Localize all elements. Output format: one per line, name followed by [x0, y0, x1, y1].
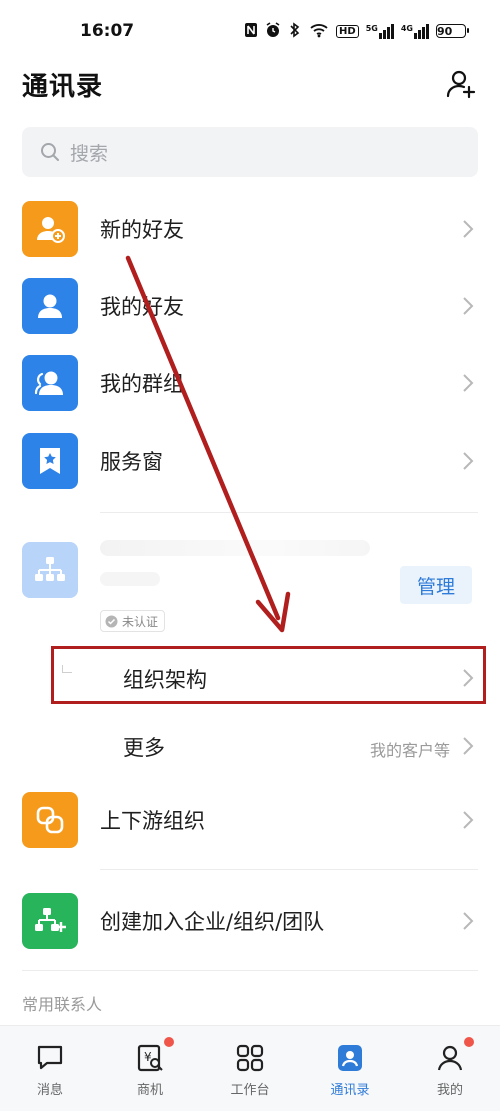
chevron-right-icon: [463, 220, 474, 238]
tab-label: 消息: [36, 1083, 63, 1098]
check-circle-icon: [105, 615, 118, 627]
tab-profile[interactable]: 我的: [400, 1026, 500, 1111]
chevron-right-icon: [463, 297, 474, 315]
nfc-icon: [244, 22, 258, 41]
row-service-window[interactable]: 服务窗: [0, 422, 500, 500]
row-label: 我的好友: [100, 295, 184, 319]
hd-icon: HD: [336, 24, 359, 38]
row-upstream-downstream[interactable]: 上下游组织: [0, 781, 500, 859]
more-item[interactable]: 更多 我的客户等: [0, 718, 500, 774]
workbench-icon: [236, 1044, 264, 1072]
group-icon: [22, 355, 78, 411]
chevron-right-icon: [463, 374, 474, 392]
header: 通讯录: [0, 62, 500, 106]
row-label: 服务窗: [100, 450, 163, 474]
tab-bar: 消息 ¥ 商机 工作台 通讯录 我的: [0, 1025, 500, 1111]
tab-business[interactable]: ¥ 商机: [100, 1026, 200, 1111]
create-org-icon: [22, 893, 78, 949]
signal-5g-icon: 5G: [366, 23, 394, 39]
chevron-right-icon: [463, 811, 474, 829]
row-new-friends[interactable]: 新的好友: [0, 190, 500, 268]
org-name-redacted-2: [100, 572, 160, 586]
divider: [22, 970, 478, 971]
search-input[interactable]: 搜索: [22, 127, 478, 177]
sub-item-label: 更多: [123, 736, 165, 760]
row-my-groups[interactable]: 我的群组: [0, 344, 500, 422]
manage-button[interactable]: 管理: [400, 566, 472, 604]
search-placeholder: 搜索: [70, 142, 109, 165]
page-title: 通讯录: [22, 71, 104, 102]
row-label: 新的好友: [100, 218, 184, 242]
friend-icon: [22, 278, 78, 334]
chevron-right-icon: [463, 452, 474, 470]
chevron-right-icon: [463, 912, 474, 930]
notification-dot: [164, 1037, 174, 1047]
add-contact-button[interactable]: [444, 67, 478, 101]
tab-contacts[interactable]: 通讯录: [300, 1026, 400, 1111]
sub-item-extra: 我的客户等: [369, 741, 450, 760]
row-label: 创建加入企业/组织/团队: [100, 910, 325, 934]
wifi-icon: [309, 22, 329, 41]
notification-dot: [464, 1037, 474, 1047]
status-icons: HD 5G 4G 90: [244, 21, 469, 41]
add-user-icon: [446, 70, 476, 99]
tab-label: 通讯录: [330, 1083, 370, 1098]
row-create-join-org[interactable]: 创建加入企业/组织/团队: [0, 882, 500, 960]
unverified-badge: 未认证: [100, 610, 166, 632]
signal-4g-icon: 4G: [401, 23, 429, 39]
profile-icon: [437, 1045, 463, 1071]
tab-label: 我的: [436, 1083, 463, 1098]
org-name-redacted: [100, 540, 370, 556]
contacts-icon: [338, 1045, 362, 1071]
business-icon: ¥: [137, 1044, 163, 1072]
search-icon: [41, 143, 59, 161]
tab-label: 工作台: [230, 1083, 270, 1098]
row-my-friends[interactable]: 我的好友: [0, 267, 500, 345]
divider: [100, 512, 478, 513]
org-chart-icon: [22, 542, 78, 598]
row-label: 我的群组: [100, 372, 184, 396]
divider: [100, 869, 478, 870]
row-label: 上下游组织: [100, 809, 205, 833]
battery-icon: 90: [436, 24, 469, 38]
tab-label: 商机: [136, 1083, 163, 1098]
unverified-label: 未认证: [122, 614, 159, 629]
status-bar: 16:07 HD 5G 4G 90: [0, 0, 500, 62]
link-icon: [22, 792, 78, 848]
new-friend-icon: [22, 201, 78, 257]
bookmark-star-icon: [22, 433, 78, 489]
alarm-icon: [265, 21, 281, 41]
tab-workbench[interactable]: 工作台: [200, 1026, 300, 1111]
chevron-right-icon: [463, 737, 474, 755]
tab-messages[interactable]: 消息: [0, 1026, 100, 1111]
section-title: 常用联系人: [22, 995, 103, 1014]
annotation-highlight-box: [51, 646, 486, 704]
message-icon: [37, 1045, 63, 1070]
status-time: 16:07: [80, 21, 135, 41]
bluetooth-icon: [288, 21, 302, 41]
